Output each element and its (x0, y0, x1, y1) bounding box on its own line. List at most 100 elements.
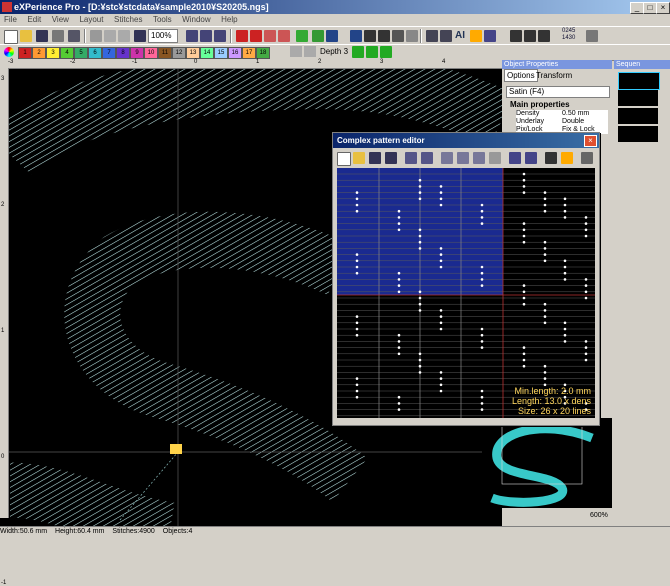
menu-tools[interactable]: Tools (149, 14, 176, 26)
satin-band-middle[interactable] (64, 211, 368, 503)
save-all-icon[interactable] (52, 30, 64, 42)
reshape-icon[interactable] (378, 30, 390, 42)
color-swatch-17[interactable]: 17 (242, 47, 256, 59)
menu-view[interactable]: View (48, 14, 73, 26)
color-swatch-3[interactable]: 3 (46, 47, 60, 59)
menu-help[interactable]: Help (217, 14, 241, 26)
color-swatch-2[interactable]: 2 (32, 47, 46, 59)
stitch-diamond-icon[interactable] (264, 30, 276, 42)
end-icon[interactable] (380, 46, 392, 58)
barcode-3-icon[interactable] (538, 30, 550, 42)
color-swatch-18[interactable]: 18 (256, 47, 270, 59)
menu-layout[interactable]: Layout (75, 14, 107, 26)
color-swatch-6[interactable]: 6 (88, 47, 102, 59)
mirror-h-icon[interactable] (509, 152, 521, 164)
magic-icon[interactable] (470, 30, 482, 42)
stitch-type-select[interactable]: Satin (F4) (506, 86, 610, 98)
barcode-icon[interactable] (510, 30, 522, 42)
info-icon[interactable] (326, 30, 338, 42)
cut-icon[interactable] (90, 30, 102, 42)
print-icon[interactable] (68, 30, 80, 42)
open-folder-icon[interactable] (20, 30, 32, 42)
zoom-icon[interactable] (186, 30, 198, 42)
redo-pattern-icon[interactable] (421, 152, 433, 164)
color-swatch-9[interactable]: 9 (130, 47, 144, 59)
save-icon[interactable] (36, 30, 48, 42)
new-file-icon[interactable] (4, 30, 18, 44)
color-swatch-1[interactable]: 1 (18, 47, 32, 59)
depth-select[interactable]: Depth 3 (320, 47, 348, 56)
undo-pattern-icon[interactable] (405, 152, 417, 164)
satin-band-bottom[interactable] (9, 462, 175, 526)
step-icon[interactable] (366, 46, 378, 58)
sequence-item-4[interactable] (618, 126, 658, 142)
color-swatch-16[interactable]: 16 (228, 47, 242, 59)
new-pattern-icon[interactable] (337, 152, 351, 166)
color-swatch-12[interactable]: 12 (172, 47, 186, 59)
color-swatch-10[interactable]: 10 (144, 47, 158, 59)
fill-tool-icon[interactable] (290, 46, 302, 57)
node-icon[interactable] (364, 30, 376, 42)
color-swatch-8[interactable]: 8 (116, 47, 130, 59)
pattern-grid[interactable]: Min.length: 2.0 mm Length: 13.0 x dens S… (337, 168, 595, 418)
sequence-item-2[interactable] (618, 90, 658, 106)
letters-icon[interactable] (406, 30, 418, 42)
arrow-tool-icon[interactable] (304, 46, 316, 57)
mirror-v-icon[interactable] (525, 152, 537, 164)
zoom-reset-icon[interactable] (473, 152, 485, 164)
color-swatch-7[interactable]: 7 (102, 47, 116, 59)
color-swatch-5[interactable]: 5 (74, 47, 88, 59)
color-swatch-4[interactable]: 4 (60, 47, 74, 59)
stitch-red-2-icon[interactable] (250, 30, 262, 42)
select-arrow-icon[interactable] (581, 152, 593, 164)
machine-icon[interactable] (586, 30, 598, 42)
paste-icon[interactable] (118, 30, 130, 42)
gears-icon[interactable] (426, 30, 438, 42)
copy-icon[interactable] (104, 30, 116, 42)
select-icon[interactable] (350, 30, 362, 42)
menu-stitches[interactable]: Stitches (110, 14, 146, 26)
zoom-in-icon[interactable] (441, 152, 453, 164)
color-swatch-13[interactable]: 13 (186, 47, 200, 59)
stitch-red-icon[interactable] (236, 30, 248, 42)
redraw-icon[interactable] (312, 30, 324, 42)
play-icon[interactable] (352, 46, 364, 58)
run-stitch-icon[interactable] (296, 30, 308, 42)
prop-density-value[interactable]: 0.50 mm (562, 110, 589, 118)
wizard-icon[interactable] (484, 30, 496, 42)
close-button[interactable]: × (656, 2, 670, 14)
grid-icon[interactable] (214, 30, 226, 42)
barcode-2-icon[interactable] (524, 30, 536, 42)
save-pattern-icon[interactable] (369, 152, 381, 164)
prop-underlay-value[interactable]: Double (562, 118, 584, 126)
sequence-item-3[interactable] (618, 108, 658, 124)
measure-icon[interactable] (392, 30, 404, 42)
minimize-button[interactable]: _ (630, 2, 644, 14)
eraser-icon[interactable] (561, 152, 573, 164)
menu-edit[interactable]: Edit (23, 14, 45, 26)
tab-transform[interactable]: Transform (534, 70, 574, 81)
save-as-icon[interactable] (385, 152, 397, 164)
color-swatch-14[interactable]: 14 (200, 47, 214, 59)
zoom-fit-icon[interactable] (200, 30, 212, 42)
menu-window[interactable]: Window (178, 14, 214, 26)
color-wheel-icon[interactable] (4, 47, 14, 57)
maximize-button[interactable]: □ (643, 2, 657, 14)
menu-file[interactable]: File (0, 14, 21, 26)
settings-icon[interactable] (440, 30, 452, 42)
grid-toggle-icon[interactable] (489, 152, 501, 164)
dialog-close-button[interactable]: × (584, 135, 597, 147)
tab-options[interactable]: Options (504, 69, 538, 82)
sequence-item-1[interactable] (618, 72, 660, 90)
color-swatch-11[interactable]: 11 (158, 47, 172, 59)
ai-icon[interactable]: AI (455, 30, 465, 41)
pencil-icon[interactable] (545, 152, 557, 164)
stitch-diamond-2-icon[interactable] (278, 30, 290, 42)
dialog-title: Complex pattern editor (337, 136, 425, 145)
open-pattern-icon[interactable] (353, 152, 365, 164)
zoom-out-icon[interactable] (457, 152, 469, 164)
color-swatch-15[interactable]: 15 (214, 47, 228, 59)
zoom-select[interactable]: 100% (148, 29, 178, 43)
start-marker[interactable] (170, 444, 182, 454)
undo-icon[interactable] (134, 30, 146, 42)
